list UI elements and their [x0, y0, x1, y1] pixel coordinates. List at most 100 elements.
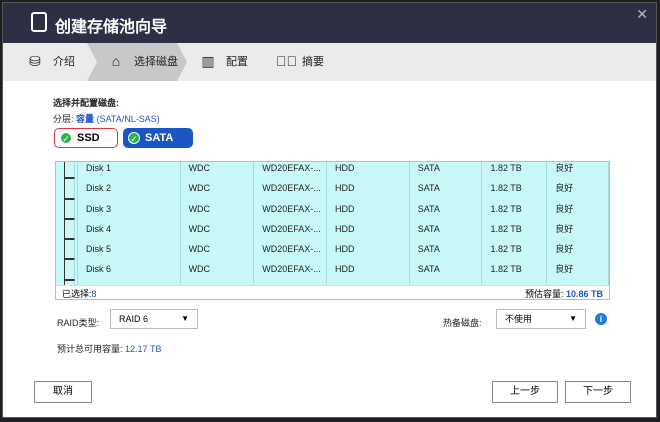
dropdown-arrow-icon: ▼: [181, 314, 189, 323]
selected-label: 已选择:: [62, 289, 92, 299]
table-cell: SATA: [410, 259, 483, 280]
spare-value: 不使用: [505, 314, 533, 324]
checkbox-checked-icon[interactable]: ✓: [64, 162, 75, 179]
table-footer: 已选择:8 预估容量: 10.86 TB: [56, 285, 609, 299]
total-value: 12.17 TB: [125, 344, 162, 354]
wizard-steps: ⛁ 介绍 ⌂ 选择磁盘 ▥ 配置 ✓⃝ 摘要: [3, 43, 656, 81]
table-cell: 1.82 TB: [482, 239, 548, 260]
check-circle-icon: ✓⃝: [276, 53, 297, 69]
disk-table: ✓Disk 1WDCWD20EFAX-...HDDSATA1.82 TB良好✓D…: [55, 161, 610, 300]
row-checkbox[interactable]: ✓: [56, 162, 78, 179]
table-cell: 良好: [547, 259, 609, 280]
step-summary: ✓⃝ 摘要: [276, 53, 324, 69]
table-cell: Disk 4: [78, 218, 181, 240]
total-label: 预计总可用容量:: [57, 344, 123, 354]
table-cell: WDC: [181, 198, 255, 219]
row-checkbox[interactable]: ✓: [56, 239, 78, 260]
step-label: 介绍: [53, 56, 75, 68]
close-icon[interactable]: ✕: [636, 6, 648, 23]
table-cell: WD20EFAX-...: [254, 239, 328, 260]
table-cell: WDC: [181, 239, 255, 260]
table-cell: 良好: [547, 198, 609, 219]
checkbox-checked-icon[interactable]: ✓: [64, 198, 75, 219]
hot-spare-select[interactable]: 不使用 ▼: [496, 309, 586, 329]
title-bar: 创建存储池向导 ✕: [3, 3, 656, 43]
checkbox-checked-icon[interactable]: ✓: [64, 178, 75, 199]
table-cell: HDD: [327, 198, 410, 219]
table-row[interactable]: ✓Disk 1WDCWD20EFAX-...HDDSATA1.82 TB良好: [56, 162, 609, 179]
table-cell: WD20EFAX-...: [254, 218, 328, 240]
check-icon: ✓: [128, 132, 140, 144]
section-heading: 选择并配置磁盘:: [53, 98, 119, 108]
info-icon[interactable]: i: [595, 313, 607, 325]
table-cell: Disk 1: [78, 162, 181, 179]
table-row[interactable]: ✓Disk 3WDCWD20EFAX-...HDDSATA1.82 TB良好: [56, 198, 609, 219]
filter-sata[interactable]: ✓ SATA: [123, 128, 193, 148]
dialog-title: 创建存储池向导: [55, 19, 168, 36]
next-button[interactable]: 下一步: [565, 381, 631, 403]
selected-value: 8: [91, 289, 97, 299]
tier-value: 容量: [76, 114, 95, 124]
table-cell: SATA: [410, 239, 483, 260]
table-cell: HDD: [327, 218, 410, 240]
cancel-button[interactable]: 取消: [34, 381, 92, 403]
drive-icon: ⌂: [111, 53, 121, 69]
raid-type-select[interactable]: RAID 6 ▼: [110, 309, 198, 329]
table-cell: SATA: [410, 198, 483, 219]
table-cell: HDD: [327, 259, 410, 280]
row-checkbox[interactable]: ✓: [56, 259, 78, 280]
table-cell: HDD: [327, 239, 410, 260]
hot-spare-label: 热备磁盘:: [443, 318, 482, 328]
table-cell: SATA: [410, 162, 483, 179]
table-row[interactable]: ✓Disk 4WDCWD20EFAX-...HDDSATA1.82 TB良好: [56, 218, 609, 240]
filter-ssd[interactable]: ✓ SSD: [54, 128, 118, 148]
disk-rows[interactable]: ✓Disk 1WDCWD20EFAX-...HDDSATA1.82 TB良好✓D…: [56, 162, 609, 286]
filter-label: SSD: [77, 132, 100, 144]
table-cell: 1.82 TB: [482, 259, 548, 280]
disks-icon: ⛁: [29, 53, 41, 69]
checkbox-checked-icon[interactable]: ✓: [64, 239, 75, 260]
table-cell: 良好: [547, 218, 609, 240]
table-cell: Disk 5: [78, 239, 181, 260]
row-checkbox[interactable]: ✓: [56, 198, 78, 219]
table-row[interactable]: ✓Disk 2WDCWD20EFAX-...HDDSATA1.82 TB良好: [56, 178, 609, 199]
table-cell: 良好: [547, 162, 609, 179]
table-cell: WDC: [181, 178, 255, 199]
row-checkbox[interactable]: ✓: [56, 178, 78, 199]
table-row[interactable]: ✓Disk 5WDCWD20EFAX-...HDDSATA1.82 TB良好: [56, 239, 609, 260]
step-label: 配置: [226, 56, 248, 68]
back-button[interactable]: 上一步: [492, 381, 558, 403]
selected-count: 已选择:8: [62, 287, 97, 299]
tier-label: 分层:: [53, 114, 74, 124]
table-cell: 1.82 TB: [482, 178, 548, 199]
table-cell: 良好: [547, 178, 609, 199]
total-capacity: 预计总可用容量: 12.17 TB: [57, 342, 162, 355]
est-value: 10.86 TB: [565, 289, 603, 299]
step-select-disks: ⌂ 选择磁盘: [108, 53, 178, 69]
table-cell: Disk 2: [78, 178, 181, 199]
storage-pool-icon: [31, 12, 47, 32]
step-label: 摘要: [302, 56, 324, 68]
raid-type-label: RAID类型:: [57, 318, 100, 328]
check-icon: ✓: [60, 132, 72, 144]
table-cell: WDC: [181, 218, 255, 240]
table-cell: SATA: [410, 178, 483, 199]
table-cell: 良好: [547, 239, 609, 260]
filter-label: SATA: [145, 132, 174, 144]
table-cell: WDC: [181, 162, 255, 179]
table-cell: 1.82 TB: [482, 162, 548, 179]
est-label: 预估容量:: [524, 289, 564, 299]
step-config: ▥ 配置: [200, 53, 248, 69]
table-cell: 1.82 TB: [482, 218, 548, 240]
step-label: 选择磁盘: [134, 56, 178, 68]
step-intro: ⛁ 介绍: [27, 53, 75, 69]
checkbox-checked-icon[interactable]: ✓: [64, 259, 75, 280]
table-cell: 1.82 TB: [482, 198, 548, 219]
row-checkbox[interactable]: ✓: [56, 218, 78, 240]
estimated-capacity: 预估容量: 10.86 TB: [524, 287, 603, 299]
checkbox-checked-icon[interactable]: ✓: [64, 218, 75, 240]
table-cell: WDC: [181, 259, 255, 280]
create-pool-wizard: 创建存储池向导 ✕ ⛁ 介绍 ⌂ 选择磁盘 ▥ 配置 ✓⃝ 摘要 选择并配置磁盘: 分层…: [2, 2, 657, 418]
table-cell: Disk 3: [78, 198, 181, 219]
table-row[interactable]: ✓Disk 6WDCWD20EFAX-...HDDSATA1.82 TB良好: [56, 259, 609, 280]
